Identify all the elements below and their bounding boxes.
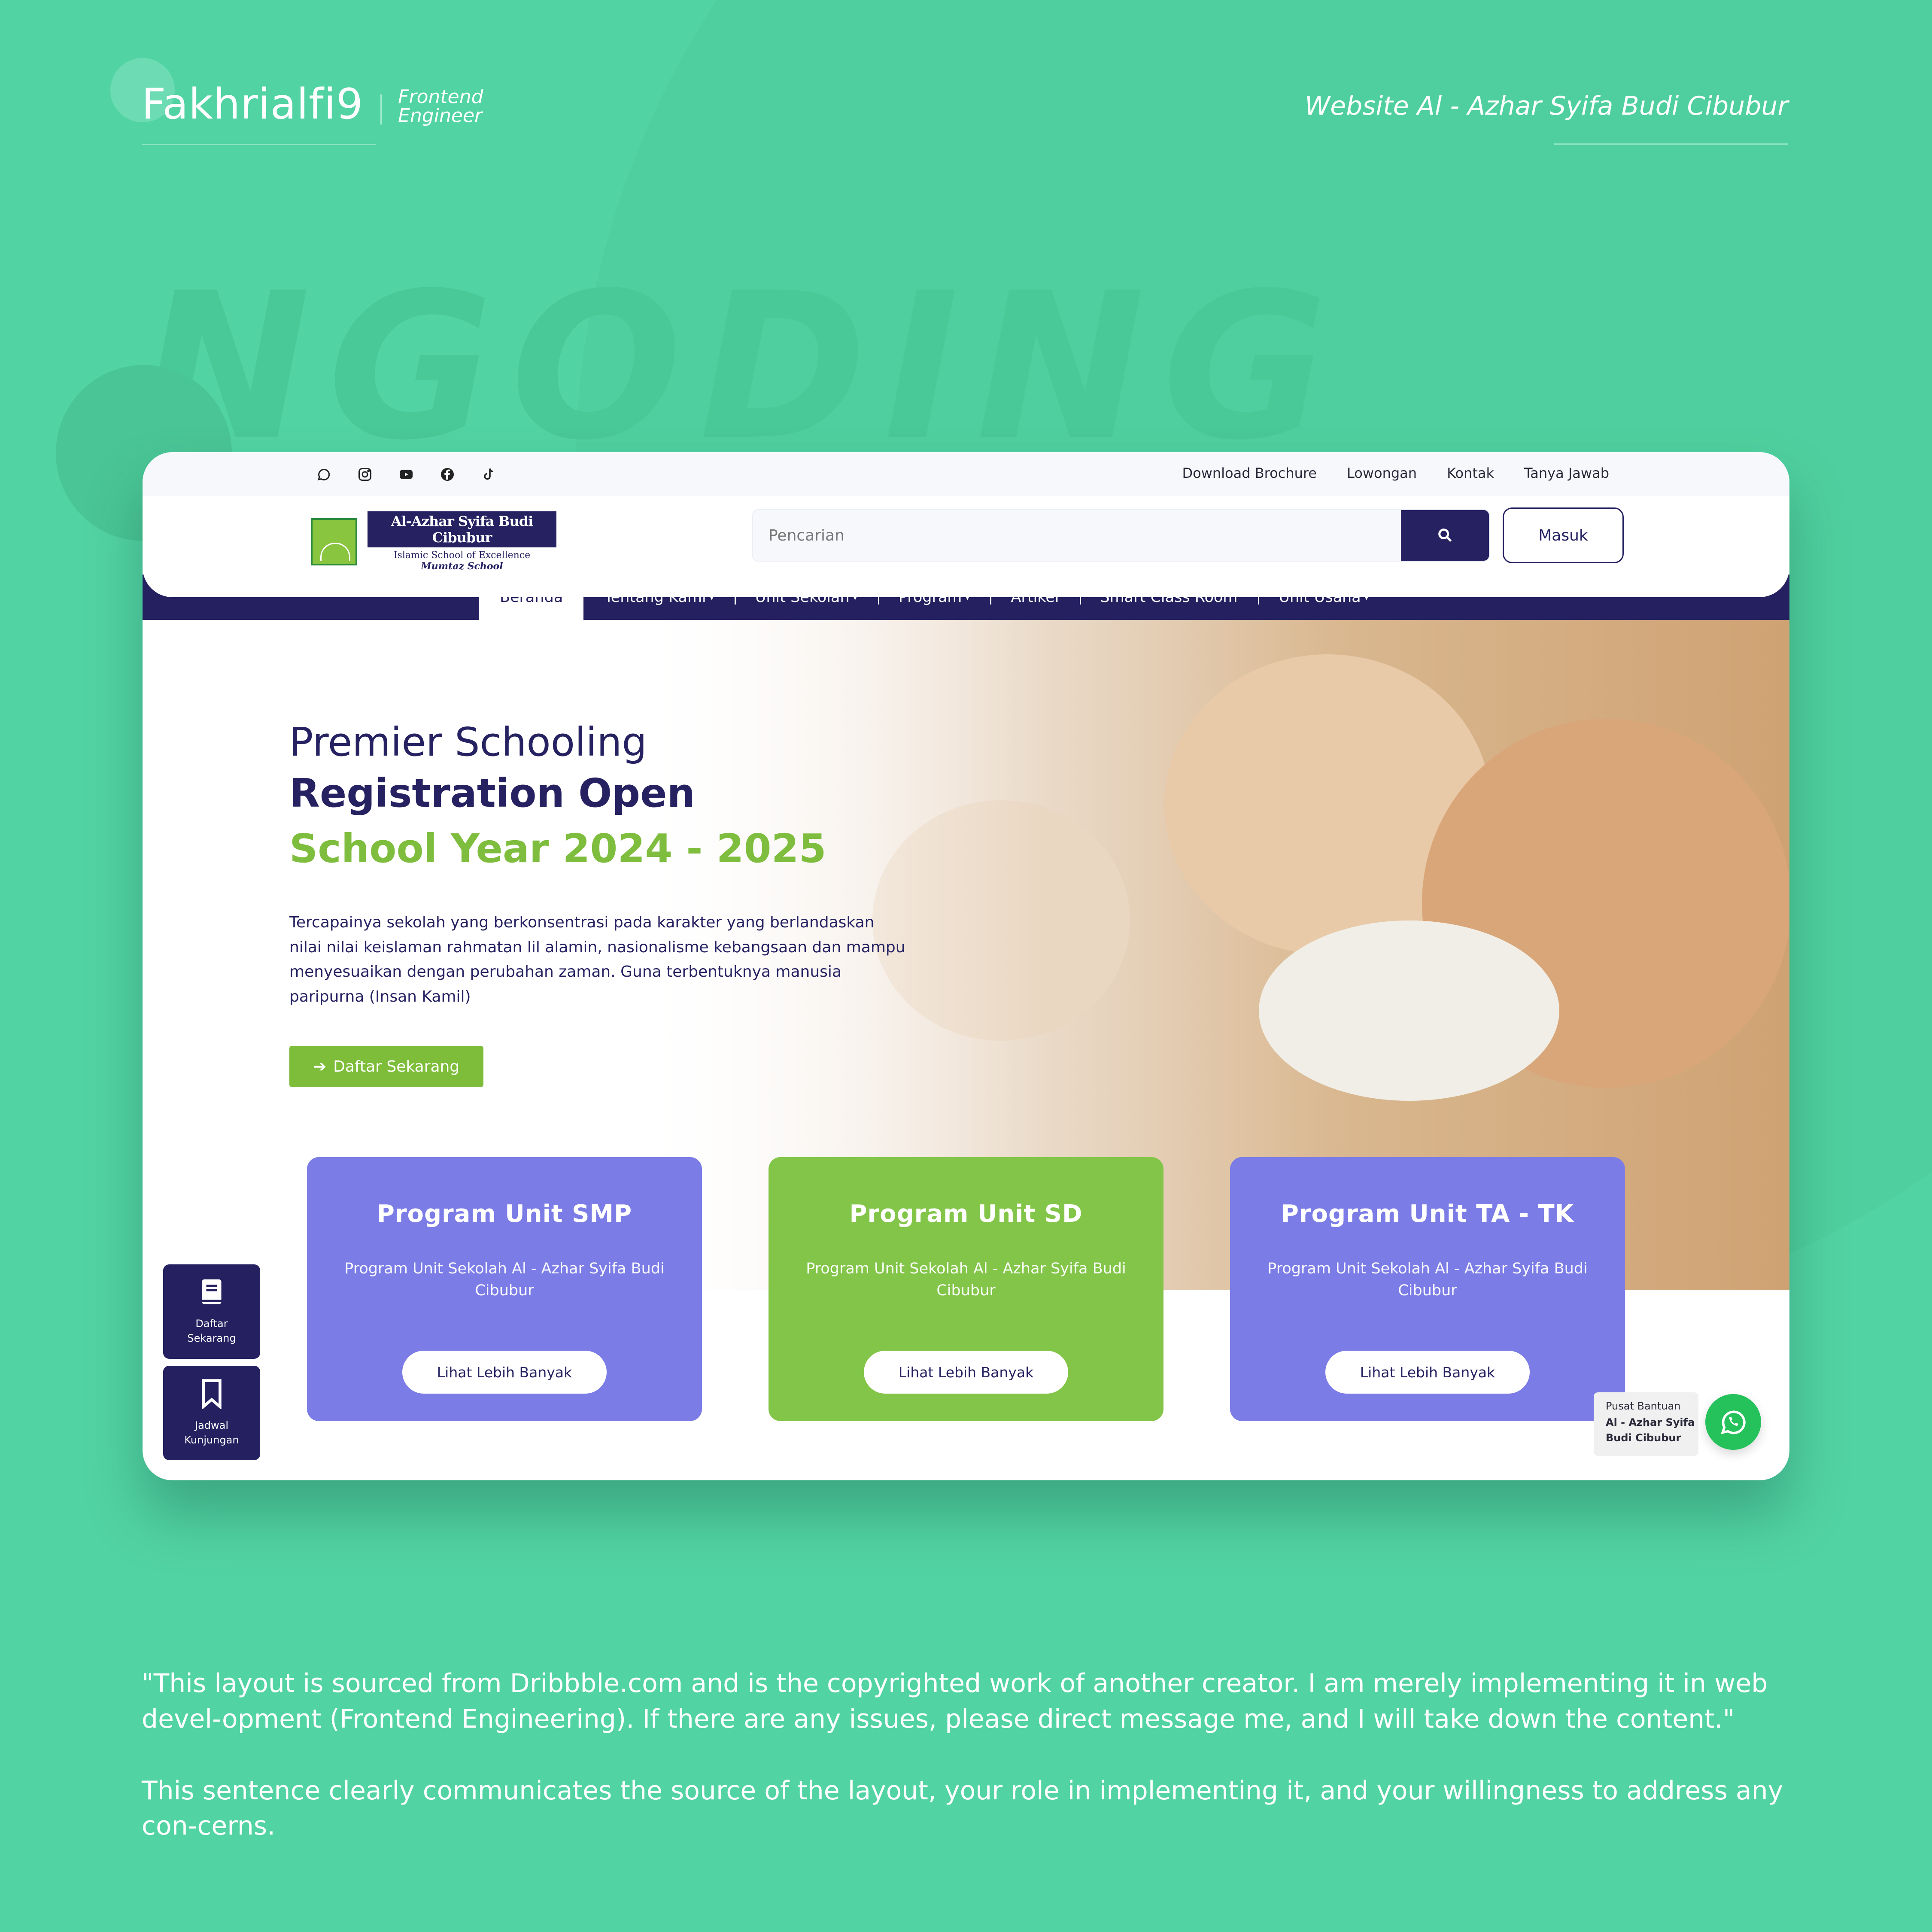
social-icons (314, 465, 498, 484)
whatsapp-chat-button[interactable] (1705, 1394, 1761, 1450)
arrow-right-icon: ➔ (313, 1057, 327, 1075)
instagram-icon[interactable] (355, 465, 374, 484)
hero-heading-3: School Year 2024 - 2025 (289, 826, 826, 872)
photo-figure (1259, 920, 1559, 1101)
daftar-sekarang-side-button[interactable]: Daftar Sekarang (163, 1264, 260, 1359)
school-logo[interactable]: Al-Azhar Syifa Budi Cibubur Islamic Scho… (311, 511, 556, 572)
search-button[interactable] (1401, 510, 1489, 561)
search-icon (1438, 529, 1452, 542)
disclaimer-paragraph: This sentence clearly communicates the s… (142, 1775, 1783, 1841)
kontak-link[interactable]: Kontak (1447, 465, 1494, 481)
floating-side-tools: Daftar Sekarang Jadwal Kunjungan (163, 1264, 260, 1467)
brand-underline (142, 144, 376, 145)
help-center-label: Pusat Bantuan Al - Azhar Syifa Budi Cibub… (1594, 1392, 1698, 1456)
program-card-sd[interactable]: Program Unit SD Program Unit Sekolah Al … (769, 1157, 1163, 1421)
program-card-smp[interactable]: Program Unit SMP Program Unit Sekolah Al… (307, 1157, 702, 1421)
hero-content: Premier Schooling Registration Open Scho… (289, 719, 912, 1088)
login-button[interactable]: Masuk (1503, 507, 1624, 563)
lihat-lebih-banyak-button[interactable]: Lihat Lebih Banyak (1325, 1351, 1530, 1394)
search-input[interactable] (753, 510, 1401, 561)
facebook-icon[interactable] (438, 465, 457, 484)
hero-heading-2: Registration Open (289, 770, 696, 817)
hero-description: Tercapainya sekolah yang berkonsentrasi … (289, 913, 905, 1005)
lihat-lebih-banyak-button[interactable]: Lihat Lebih Banyak (864, 1351, 1068, 1394)
author-name: Fakhrialfi9 (142, 80, 364, 129)
author-role: Frontend Engineer (398, 86, 483, 127)
whatsapp-icon[interactable] (314, 465, 333, 484)
disclaimer-paragraph: "This layout is sourced from Dribbble.co… (142, 1668, 1768, 1734)
bookmark-icon (202, 1379, 222, 1410)
website-mockup: Download Brochure Lowongan Kontak Tanya … (143, 452, 1789, 1480)
top-links: Download Brochure Lowongan Kontak Tanya … (1182, 465, 1609, 481)
tanya-jawab-link[interactable]: Tanya Jawab (1524, 465, 1609, 481)
logo-text: Al-Azhar Syifa Budi Cibubur Islamic Scho… (368, 511, 556, 572)
program-card-ta-tk[interactable]: Program Unit TA - TK Program Unit Sekola… (1230, 1157, 1625, 1421)
whatsapp-icon (1721, 1410, 1746, 1434)
author-brand: Fakhrialfi9 Frontend Engineer (142, 80, 483, 129)
brand-divider (380, 94, 382, 125)
youtube-icon[interactable] (397, 465, 416, 484)
caption-underline (1554, 143, 1788, 145)
book-icon (202, 1279, 222, 1304)
hero-heading-1: Premier Schooling (289, 719, 647, 765)
search-bar (752, 509, 1490, 562)
mosque-logo-icon (311, 518, 357, 565)
disclaimer-notes: "This layout is sourced from Dribbble.co… (142, 1666, 1790, 1844)
lowongan-link[interactable]: Lowongan (1347, 465, 1417, 481)
site-header: Al-Azhar Syifa Budi Cibubur Islamic Scho… (143, 496, 1789, 597)
lihat-lebih-banyak-button[interactable]: Lihat Lebih Banyak (402, 1351, 607, 1394)
tiktok-icon[interactable] (479, 465, 498, 484)
daftar-sekarang-button[interactable]: ➔ Daftar Sekarang (289, 1046, 484, 1088)
decorative-ghost-text: NGODING (142, 249, 1345, 484)
program-cards: Program Unit SMP Program Unit Sekolah Al… (307, 1157, 1625, 1421)
download-brochure-link[interactable]: Download Brochure (1182, 465, 1317, 481)
jadwal-kunjungan-side-button[interactable]: Jadwal Kunjungan (163, 1366, 260, 1460)
top-bar: Download Brochure Lowongan Kontak Tanya … (143, 452, 1789, 496)
page-caption: Website Al - Azhar Syifa Budi Cibubur (1304, 91, 1788, 121)
